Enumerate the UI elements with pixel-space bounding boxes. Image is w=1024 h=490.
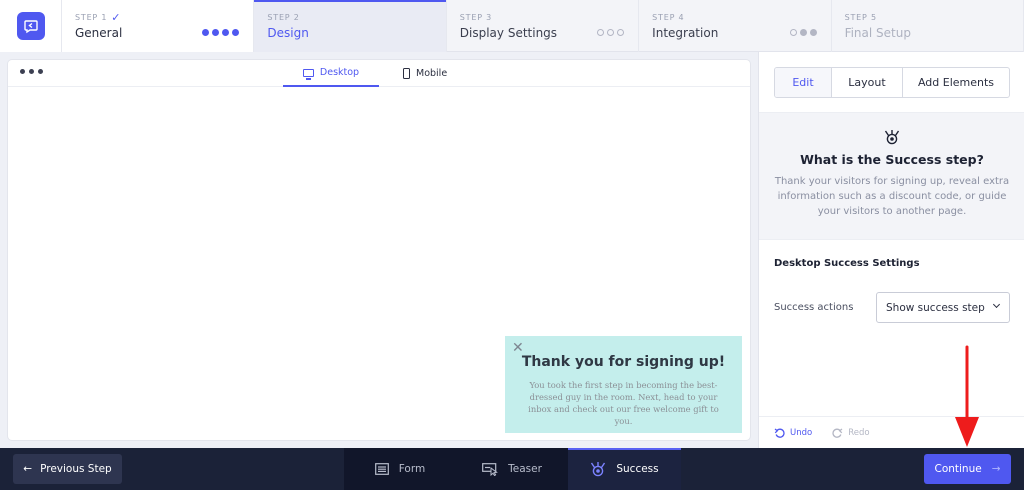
- teaser-icon: [482, 462, 498, 476]
- step-final-setup: STEP 5 Final Setup: [832, 0, 1024, 52]
- step-number: STEP 2: [267, 13, 300, 22]
- redo-button[interactable]: Redo: [832, 427, 870, 438]
- step-number: STEP 5: [844, 13, 877, 22]
- step-design[interactable]: STEP 2 Design: [254, 0, 447, 52]
- progress-dot: [607, 29, 615, 36]
- tab-layout[interactable]: Layout: [832, 68, 903, 97]
- button-label: Continue: [934, 463, 982, 475]
- step-general[interactable]: STEP 1 ✓ General: [62, 0, 255, 52]
- form-icon: [374, 463, 389, 475]
- progress-dot: [222, 29, 230, 36]
- progress-dots: [789, 29, 817, 36]
- progress-dots: [202, 29, 240, 36]
- close-icon[interactable]: ✕: [512, 340, 524, 356]
- progress-dots: [597, 29, 625, 36]
- step-number: STEP 4: [652, 13, 685, 22]
- progress-dot: [202, 29, 210, 36]
- tab-label: Form: [398, 463, 426, 475]
- mobile-icon: [403, 68, 410, 79]
- annotation-arrow-icon: [955, 345, 979, 447]
- settings-title: Desktop Success Settings: [774, 258, 920, 269]
- stepper-bar: STEP 1 ✓ General STEP 2 Design STEP 3 Dis…: [0, 0, 1024, 52]
- undo-icon: [774, 427, 785, 438]
- desktop-icon: [302, 68, 314, 80]
- logo-cell[interactable]: [0, 0, 62, 52]
- undo-label: Undo: [790, 427, 813, 438]
- tab-teaser[interactable]: Teaser: [456, 448, 568, 490]
- info-title: What is the Success step?: [800, 152, 984, 167]
- undo-button[interactable]: Undo: [774, 428, 812, 438]
- success-actions-label: Success actions: [774, 302, 854, 313]
- progress-dot: [799, 29, 807, 36]
- tab-edit[interactable]: Edit: [775, 68, 832, 97]
- stage-tabs: Form Teaser Success: [344, 448, 681, 490]
- tab-label: Desktop: [319, 67, 360, 78]
- progress-dot: [809, 29, 817, 36]
- progress-dot: [212, 29, 220, 36]
- tab-success[interactable]: Success: [568, 448, 681, 490]
- previous-step-button[interactable]: ← Previous Step: [13, 454, 122, 484]
- tab-label: Teaser: [508, 463, 542, 475]
- progress-dot: [232, 29, 240, 36]
- success-popup[interactable]: ✕ Thank you for signing up! You took the…: [505, 336, 742, 433]
- popup-body: You took the first step in becoming the …: [528, 380, 719, 426]
- step-number: STEP 3: [459, 13, 493, 22]
- popup-title: Thank you for signing up!: [521, 354, 726, 370]
- info-text: Thank your visitors for signing up, reve…: [774, 176, 1010, 217]
- progress-dot: [789, 29, 797, 36]
- tab-mobile[interactable]: Mobile: [403, 60, 447, 87]
- preview-toolbar: Desktop Mobile: [8, 60, 750, 87]
- progress-dot: [617, 29, 625, 36]
- preview-panel: Desktop Mobile ✕ Thank you for signing u…: [8, 60, 750, 440]
- tab-form[interactable]: Form: [344, 448, 456, 490]
- tab-desktop[interactable]: Desktop: [283, 60, 379, 87]
- step-display-settings[interactable]: STEP 3 Display Settings: [447, 0, 640, 52]
- step-name: Design: [267, 26, 309, 40]
- continue-button[interactable]: Continue →: [924, 454, 1011, 484]
- arrow-right-icon: →: [991, 463, 1001, 475]
- tab-label: Mobile: [416, 68, 448, 79]
- app-logo-icon[interactable]: [16, 12, 45, 40]
- success-info-box: What is the Success step? Thank your vis…: [759, 112, 1024, 240]
- success-actions-select[interactable]: Show success step: [876, 292, 1010, 323]
- step-integration[interactable]: STEP 4 Integration: [639, 0, 832, 52]
- button-label: Previous Step: [40, 463, 112, 475]
- tab-add-elements[interactable]: Add Elements: [903, 68, 1009, 97]
- crown-icon: [884, 130, 900, 145]
- progress-dot: [597, 29, 605, 36]
- chevron-down-icon: [992, 300, 1001, 309]
- check-icon: ✓: [111, 11, 122, 24]
- step-number: STEP 1: [75, 13, 108, 22]
- bottom-bar: ← Previous Step Form Teaser Success Cont…: [0, 448, 1024, 490]
- step-name: Final Setup: [844, 26, 911, 40]
- select-value: Show success step: [886, 301, 985, 314]
- history-bar: Undo Redo: [759, 416, 1024, 448]
- tab-label: Success: [616, 463, 659, 475]
- arrow-left-icon: ←: [23, 463, 33, 475]
- window-dots-icon: [20, 69, 43, 74]
- redo-label: Redo: [848, 427, 870, 438]
- editor-sidebar: Edit Layout Add Elements What is the Suc…: [758, 52, 1024, 448]
- redo-icon: [832, 427, 843, 438]
- crown-icon: [591, 462, 606, 477]
- editor-tabs: Edit Layout Add Elements: [774, 67, 1010, 98]
